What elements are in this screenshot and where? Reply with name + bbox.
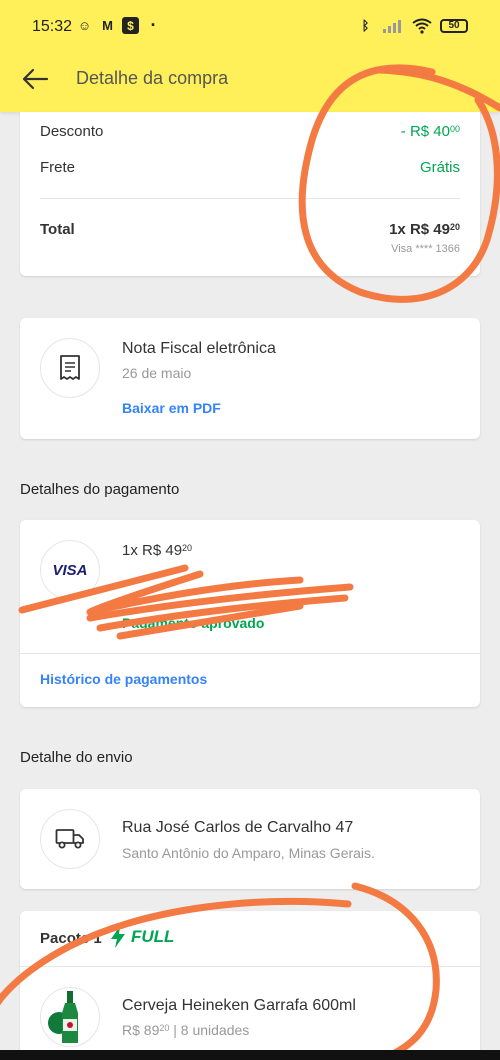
dollar-app-icon: $ bbox=[122, 17, 139, 34]
status-time: 15:32 bbox=[32, 18, 73, 35]
visa-icon: VISA bbox=[52, 561, 88, 579]
battery-icon: 50 bbox=[440, 18, 468, 33]
discount-label: Desconto bbox=[40, 123, 104, 140]
shipping-card: Rua José Carlos de Carvalho 47 Santo Ant… bbox=[20, 789, 480, 889]
package-card: Pacote 1 FULL Cerveja Heineken Garrafa 6… bbox=[20, 911, 480, 1060]
product-name[interactable]: Cerveja Heineken Garrafa 600ml bbox=[122, 997, 356, 1015]
receipt-icon bbox=[60, 355, 80, 380]
summary-divider bbox=[40, 198, 460, 199]
gmail-icon: M bbox=[102, 18, 113, 33]
lightning-icon bbox=[111, 926, 125, 948]
truck-icon bbox=[55, 829, 84, 849]
total-label: Total bbox=[40, 221, 75, 238]
shipping-section-title: Detalhe do envio bbox=[20, 749, 133, 766]
address-line-2: Santo Antônio do Amparo, Minas Gerais. bbox=[122, 845, 375, 861]
invoice-date: 26 de maio bbox=[122, 365, 192, 381]
payment-history-link[interactable]: Histórico de pagamentos bbox=[40, 671, 207, 687]
more-dot-icon: · bbox=[150, 15, 157, 35]
total-value: 1x R$ 4920 bbox=[389, 221, 460, 238]
purchase-summary-card: Desconto - R$ 4000 Frete Grátis Total 1x… bbox=[20, 112, 480, 276]
payment-card: VISA 1x R$ 4920 Pagamento aprovado Histó… bbox=[20, 520, 480, 707]
signal-icon bbox=[383, 19, 401, 33]
payment-status: Pagamento aprovado bbox=[122, 615, 265, 631]
bluetooth-icon: ᛒ bbox=[361, 18, 370, 33]
back-button[interactable] bbox=[18, 62, 52, 96]
delivery-icon-wrapper bbox=[40, 809, 100, 869]
payment-divider bbox=[20, 653, 480, 654]
payment-section-title: Detalhes do pagamento bbox=[20, 481, 180, 498]
total-card-info: Visa **** 1366 bbox=[391, 243, 460, 255]
cat-notification-icon: ☺ bbox=[77, 18, 92, 33]
invoice-title: Nota Fiscal eletrônica bbox=[122, 340, 276, 357]
product-thumbnail[interactable] bbox=[40, 987, 100, 1047]
card-brand-icon-wrapper: VISA bbox=[40, 540, 100, 600]
product-price-qty: R$ 8920 | 8 unidades bbox=[122, 1022, 250, 1038]
shipping-value: Grátis bbox=[419, 159, 460, 176]
system-icons: ᛒ 50 bbox=[357, 17, 468, 34]
wifi-icon bbox=[412, 18, 432, 34]
invoice-card: Nota Fiscal eletrônica 26 de maio Baixar… bbox=[20, 318, 480, 439]
invoice-icon-wrapper bbox=[40, 338, 100, 398]
arrow-left-icon bbox=[22, 68, 49, 90]
payment-amount: 1x R$ 4920 bbox=[122, 542, 193, 559]
beer-bottle-icon bbox=[48, 991, 78, 1043]
discount-value: - R$ 4000 bbox=[400, 123, 460, 140]
full-badge: FULL bbox=[108, 925, 174, 949]
full-badge-text: FULL bbox=[131, 927, 175, 946]
app-header: Detalhe da compra bbox=[0, 44, 500, 112]
address-line-1: Rua José Carlos de Carvalho 47 bbox=[122, 819, 354, 836]
shipping-label: Frete bbox=[40, 159, 76, 176]
page-title: Detalhe da compra bbox=[76, 68, 229, 88]
package-divider bbox=[20, 966, 480, 967]
notification-icons: ☺ M $ · bbox=[76, 15, 162, 35]
status-bar: 15:32 ☺ M $ · ᛒ 50 bbox=[0, 0, 500, 44]
package-label: Pacote 1 bbox=[40, 930, 102, 947]
download-pdf-link[interactable]: Baixar em PDF bbox=[122, 400, 221, 416]
navigation-bar bbox=[0, 1050, 500, 1060]
